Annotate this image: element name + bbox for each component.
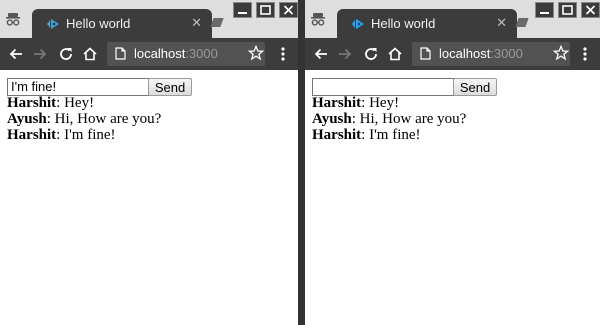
star-icon[interactable] bbox=[553, 45, 569, 61]
title-bar: Hello world ✕ bbox=[305, 0, 600, 38]
kebab-menu-icon[interactable] bbox=[280, 46, 286, 62]
back-arrow-icon[interactable] bbox=[313, 46, 329, 62]
message-author: Harshit bbox=[7, 127, 57, 143]
message-author: Harshit bbox=[7, 95, 57, 111]
message-text: Hey! bbox=[369, 95, 400, 111]
message-text: I'm fine! bbox=[369, 127, 421, 143]
message-text: I'm fine! bbox=[64, 127, 116, 143]
address-bar[interactable]: localhost:3000 bbox=[412, 42, 570, 66]
message-separator: : bbox=[351, 111, 360, 127]
page-info-icon[interactable] bbox=[420, 47, 431, 60]
message-input[interactable] bbox=[7, 78, 149, 96]
message-author: Harshit bbox=[312, 95, 362, 111]
message-item: Ayush: Hi, How are you? bbox=[312, 111, 466, 127]
message-author: Ayush bbox=[312, 111, 352, 127]
new-tab-button[interactable] bbox=[515, 18, 529, 27]
close-icon[interactable]: ✕ bbox=[191, 15, 202, 31]
incognito-icon bbox=[6, 13, 20, 26]
message-text: Hey! bbox=[64, 95, 95, 111]
tab-hello-world[interactable]: Hello world ✕ bbox=[32, 9, 212, 38]
favicon-icon bbox=[47, 19, 59, 29]
browser-window-right: Hello world ✕ localhost:3000 Send Harshi… bbox=[305, 0, 600, 325]
forward-arrow-icon[interactable] bbox=[32, 46, 48, 62]
message-separator: : bbox=[361, 95, 370, 111]
message-separator: : bbox=[361, 127, 370, 143]
url-text: localhost:3000 bbox=[134, 46, 218, 61]
new-tab-button[interactable] bbox=[210, 18, 224, 27]
incognito-icon bbox=[311, 13, 325, 26]
message-item: Ayush: Hi, How are you? bbox=[7, 111, 161, 127]
minimize-icon[interactable] bbox=[233, 2, 252, 18]
page-info-icon[interactable] bbox=[115, 47, 126, 60]
message-list: Harshit: Hey! Ayush: Hi, How are you? Ha… bbox=[312, 95, 466, 143]
message-separator: : bbox=[56, 127, 65, 143]
close-icon[interactable]: ✕ bbox=[496, 15, 507, 31]
window-close-icon[interactable] bbox=[279, 2, 298, 18]
browser-toolbar: localhost:3000 bbox=[0, 38, 298, 70]
message-author: Ayush bbox=[7, 111, 47, 127]
page-content: Send Harshit: Hey! Ayush: Hi, How are yo… bbox=[0, 70, 298, 325]
page-content: Send Harshit: Hey! Ayush: Hi, How are yo… bbox=[305, 70, 600, 325]
message-input[interactable] bbox=[312, 78, 454, 96]
favicon-icon bbox=[352, 19, 364, 29]
title-bar: Hello world ✕ bbox=[0, 0, 298, 38]
tab-title: Hello world bbox=[371, 16, 436, 31]
url-port: :3000 bbox=[185, 46, 218, 61]
message-text: Hi, How are you? bbox=[54, 111, 162, 127]
message-author: Harshit bbox=[312, 127, 362, 143]
maximize-icon[interactable] bbox=[256, 2, 275, 18]
kebab-menu-icon[interactable] bbox=[582, 46, 588, 62]
message-item: Harshit: I'm fine! bbox=[7, 127, 161, 143]
browser-toolbar: localhost:3000 bbox=[305, 38, 600, 70]
home-icon[interactable] bbox=[82, 46, 98, 62]
home-icon[interactable] bbox=[387, 46, 403, 62]
star-icon[interactable] bbox=[248, 45, 264, 61]
message-item: Harshit: Hey! bbox=[7, 95, 161, 111]
message-separator: : bbox=[56, 95, 65, 111]
url-host: localhost bbox=[439, 46, 491, 61]
maximize-icon[interactable] bbox=[558, 2, 577, 18]
message-item: Harshit: Hey! bbox=[312, 95, 466, 111]
address-bar[interactable]: localhost:3000 bbox=[107, 42, 265, 66]
back-arrow-icon[interactable] bbox=[8, 46, 24, 62]
tab-title: Hello world bbox=[66, 16, 131, 31]
send-button[interactable]: Send bbox=[453, 78, 497, 96]
message-item: Harshit: I'm fine! bbox=[312, 127, 466, 143]
reload-icon[interactable] bbox=[363, 46, 379, 62]
url-text: localhost:3000 bbox=[439, 46, 523, 61]
browser-window-left: Hello world ✕ localhost:3000 I'm fine! S… bbox=[0, 0, 298, 325]
message-separator: : bbox=[46, 111, 55, 127]
window-close-icon[interactable] bbox=[581, 2, 600, 18]
reload-icon[interactable] bbox=[58, 46, 74, 62]
url-port: :3000 bbox=[490, 46, 523, 61]
tab-hello-world[interactable]: Hello world ✕ bbox=[337, 9, 517, 38]
forward-arrow-icon[interactable] bbox=[337, 46, 353, 62]
message-list: Harshit: Hey! Ayush: Hi, How are you? Ha… bbox=[7, 95, 161, 143]
message-text: Hi, How are you? bbox=[359, 111, 467, 127]
send-button[interactable]: Send bbox=[148, 78, 192, 96]
minimize-icon[interactable] bbox=[535, 2, 554, 18]
url-host: localhost bbox=[134, 46, 186, 61]
